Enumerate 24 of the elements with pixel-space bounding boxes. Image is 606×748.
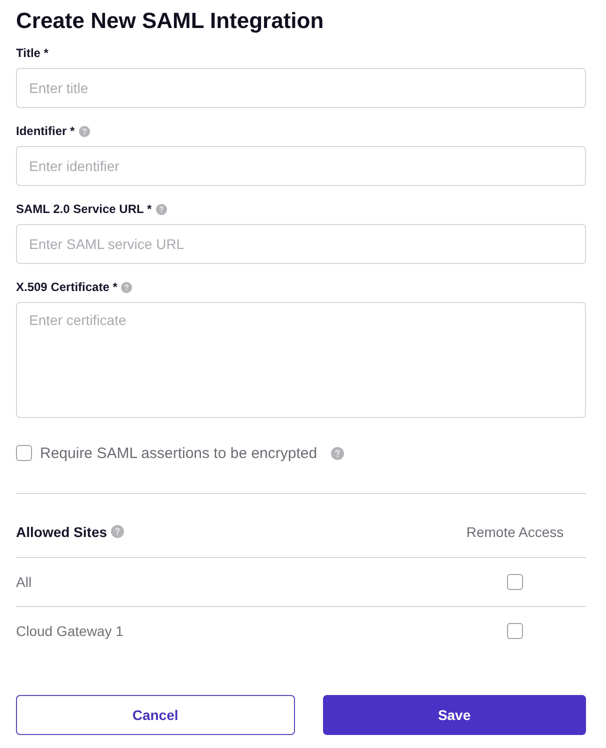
textarea-field[interactable]: Enter certificate <box>16 302 586 418</box>
text-input-field[interactable]: Enter title <box>16 68 586 108</box>
cancel-button[interactable]: Cancel <box>16 695 295 735</box>
page-title: Create New SAML Integration <box>16 7 324 35</box>
checkbox-label[interactable]: Require SAML assertions to be encrypted <box>40 444 318 462</box>
text-input-field[interactable]: Enter identifier <box>16 146 586 186</box>
site-name: Cloud Gateway 1 <box>16 623 124 639</box>
save-button[interactable]: Save <box>322 695 586 735</box>
column-header: Allowed Sites <box>16 524 108 540</box>
remote-access-checkbox[interactable] <box>507 623 523 639</box>
help-icon[interactable] <box>78 126 90 136</box>
help-icon[interactable] <box>331 446 344 460</box>
remote-access-checkbox[interactable] <box>507 574 523 590</box>
field-label: Identifier * <box>16 124 75 138</box>
checkbox[interactable] <box>16 445 32 461</box>
help-icon[interactable] <box>156 204 167 214</box>
site-name: All <box>16 574 33 590</box>
field-label: Title * <box>16 46 48 60</box>
column-header: Remote Access <box>466 524 564 540</box>
text-input-field[interactable]: Enter SAML service URL <box>16 224 586 264</box>
help-icon[interactable] <box>111 525 124 538</box>
help-icon[interactable] <box>121 282 132 292</box>
field-label: SAML 2.0 Service URL * <box>16 202 152 216</box>
field-label: X.509 Certificate * <box>16 280 118 294</box>
